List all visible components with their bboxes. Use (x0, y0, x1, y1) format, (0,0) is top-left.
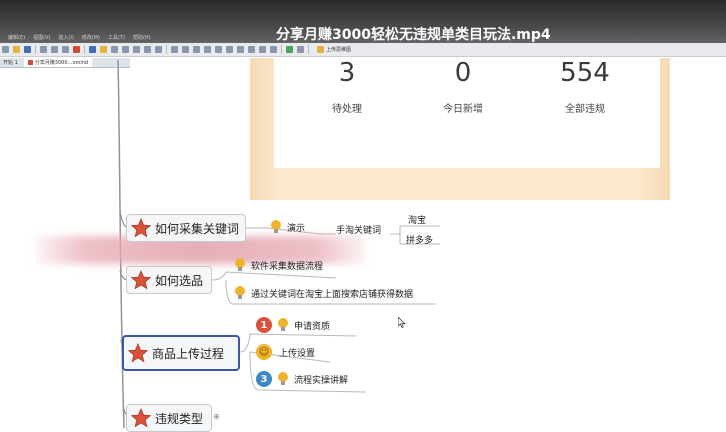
topic-select-products[interactable]: 如何选品 (126, 266, 212, 294)
collapse-toggle-icon[interactable]: ⊕ (213, 412, 220, 421)
leaf-keyword-search-label: 通过关键词在淘宝上面搜索店铺获得数据 (251, 289, 414, 300)
mindmap-connectors (117, 59, 440, 428)
leaf-demo[interactable]: 演示 (270, 219, 305, 235)
lightbulb-icon (235, 258, 245, 271)
leaf-apply-qualification-label: 申请资质 (294, 321, 331, 332)
lightbulb-icon (278, 318, 288, 331)
leaf-upload-settings-label: 上传设置 (279, 348, 316, 359)
leaf-process-demo[interactable]: 3 流程实操讲解 (256, 371, 348, 387)
leaf-pinduoduo-label: 拼多多 (406, 236, 434, 246)
leaf-software-collect[interactable]: 软件采集数据流程 (234, 257, 323, 273)
leaf-taobao-keywords-label: 手淘关键词 (336, 226, 382, 236)
star-icon (131, 218, 151, 238)
leaf-pinduoduo[interactable]: 拼多多 (406, 233, 433, 246)
topic-collect-keywords[interactable]: 如何采集关键词 (126, 214, 246, 242)
leaf-apply-qualification[interactable]: 1 申请资质 (256, 317, 330, 333)
star-icon (131, 408, 151, 428)
mouse-cursor-icon (398, 317, 406, 328)
leaf-demo-label: 演示 (287, 223, 306, 234)
star-icon (128, 343, 148, 363)
priority-1-icon: 1 (256, 317, 272, 333)
leaf-upload-settings[interactable]: ☺ 上传设置 (256, 344, 315, 360)
leaf-software-collect-label: 软件采集数据流程 (251, 261, 324, 272)
lightbulb-icon (271, 220, 281, 233)
topic-select-products-label: 如何选品 (155, 273, 204, 288)
leaf-keyword-search[interactable]: 通过关键词在淘宝上面搜索店铺获得数据 (234, 285, 413, 301)
topic-upload-process[interactable]: 商品上传过程 (122, 335, 240, 371)
leaf-process-demo-label: 流程实操讲解 (294, 375, 349, 386)
leaf-taobao[interactable]: 淘宝 (408, 213, 426, 226)
topic-collect-keywords-label: 如何采集关键词 (155, 221, 240, 236)
leaf-taobao-label: 淘宝 (408, 216, 427, 226)
priority-3-icon: 3 (256, 371, 272, 387)
star-icon (131, 270, 151, 290)
lightbulb-icon (278, 372, 288, 385)
lightbulb-icon (235, 286, 245, 299)
topic-upload-process-label: 商品上传过程 (152, 346, 225, 361)
topic-violation-types-label: 违规类型 (155, 411, 204, 426)
leaf-taobao-keywords[interactable]: 手淘关键词 (336, 223, 381, 236)
smiley-icon: ☺ (256, 344, 272, 360)
